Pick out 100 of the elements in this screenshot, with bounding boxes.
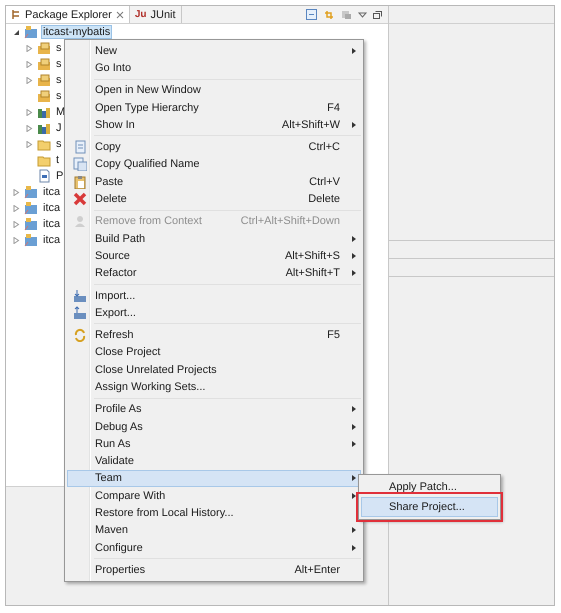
menu-item-label: Show In xyxy=(94,118,136,131)
menu-item-label: Refactor xyxy=(94,267,138,280)
project-icon xyxy=(24,217,38,231)
menu-item[interactable]: Validate xyxy=(67,452,361,470)
menu-item[interactable]: Close Unrelated Projects xyxy=(67,361,361,378)
submenu-arrow-icon xyxy=(352,252,356,259)
menu-item[interactable]: Compare With xyxy=(67,487,361,504)
submenu-arrow-icon xyxy=(352,48,356,54)
menu-item-label: Copy xyxy=(94,141,122,154)
tree-item[interactable]: s xyxy=(54,89,64,103)
menu-item-label: Assign Working Sets... xyxy=(94,380,206,393)
tree-item[interactable]: P xyxy=(54,169,66,183)
view-menu-icon[interactable] xyxy=(358,12,367,18)
menu-item-label: Properties xyxy=(94,564,146,576)
menu-item[interactable]: Build Path xyxy=(67,230,361,248)
menu-item-label: Validate xyxy=(94,455,135,468)
shortcut-label: Ctrl+C xyxy=(308,141,341,154)
tree-item[interactable]: t xyxy=(54,153,62,167)
menu-item[interactable]: Go Into xyxy=(67,59,361,77)
shortcut-label: F5 xyxy=(327,329,341,342)
menu-item-label: Build Path xyxy=(94,232,146,245)
tree-item[interactable]: s xyxy=(54,137,64,151)
menu-item[interactable]: Export... xyxy=(67,304,361,322)
package-icon xyxy=(37,57,51,71)
menu-item[interactable]: New xyxy=(67,42,361,60)
tree-item[interactable]: itca xyxy=(41,217,62,231)
menu-item[interactable]: Refactor Alt+Shift+T xyxy=(67,264,361,282)
submenu-arrow-icon xyxy=(352,475,356,482)
menu-item[interactable]: Show In Alt+Shift+W xyxy=(67,116,361,134)
menu-item-label: Team xyxy=(94,472,123,484)
import-icon xyxy=(73,288,87,302)
menu-item-label: Source xyxy=(94,250,131,262)
expand-arrow-icon[interactable] xyxy=(12,28,20,36)
menu-item[interactable]: Profile As xyxy=(67,400,361,418)
menu-item[interactable]: Configure xyxy=(67,539,361,556)
menu-item[interactable]: Paste Ctrl+V xyxy=(67,173,361,190)
close-icon[interactable] xyxy=(116,10,124,18)
shortcut-label: Ctrl+Alt+Shift+Down xyxy=(240,215,341,228)
menu-item[interactable]: Copy Qualified Name xyxy=(67,156,361,174)
view-tab[interactable]: Package Explorer xyxy=(6,6,130,23)
remove-icon xyxy=(73,214,87,228)
project-icon xyxy=(24,233,38,247)
shortcut-label: Ctrl+V xyxy=(309,176,341,188)
tree-item[interactable]: itca xyxy=(41,233,62,247)
menu-item[interactable]: Team xyxy=(67,470,361,488)
menu-item-label: Delete xyxy=(94,193,128,206)
tab-label: Package Explorer xyxy=(25,8,112,20)
menu-item[interactable]: Restore from Local History... xyxy=(67,504,361,522)
menu-item[interactable]: Open in New Window xyxy=(67,82,361,99)
menu-item-label: Restore from Local History... xyxy=(94,507,235,520)
menu-item[interactable]: Refresh F5 xyxy=(67,326,361,344)
tree-item[interactable]: itcast-mybatis xyxy=(41,25,112,39)
minimize-icon[interactable] xyxy=(373,10,382,18)
submenu-arrow-icon xyxy=(352,424,356,430)
export-icon xyxy=(73,306,87,320)
tree-item[interactable]: s xyxy=(54,41,64,55)
menu-item-label: Close Project xyxy=(94,346,162,358)
submenu-arrow-icon xyxy=(352,492,356,499)
project-icon xyxy=(24,25,38,39)
project-icon xyxy=(24,185,38,199)
tab-label: JUnit xyxy=(150,8,176,20)
copy-name-icon xyxy=(73,157,87,172)
submenu-arrow-icon xyxy=(352,236,356,242)
library-icon xyxy=(37,121,51,135)
menu-item[interactable]: Maven xyxy=(67,522,361,540)
shortcut-label: Delete xyxy=(308,193,341,206)
hierarchy-icon xyxy=(11,9,21,20)
menu-item[interactable]: Close Project xyxy=(67,344,361,362)
package-icon xyxy=(37,89,51,103)
menu-item-label: Open in New Window xyxy=(94,84,202,96)
tree-item[interactable]: itca xyxy=(41,201,62,215)
shortcut-label: F4 xyxy=(327,102,341,114)
menu-item[interactable]: Properties Alt+Enter xyxy=(67,561,361,579)
submenu-arrow-icon xyxy=(352,544,356,551)
shortcut-label: Alt+Shift+W xyxy=(282,118,341,131)
tree-item[interactable]: itca xyxy=(41,185,62,199)
menu-item[interactable]: Import... xyxy=(67,286,361,304)
package-icon xyxy=(37,73,51,87)
menu-item-label: Refresh xyxy=(94,329,135,342)
menu-item[interactable]: Assign Working Sets... xyxy=(67,378,361,396)
submenu-arrow-icon xyxy=(352,440,356,447)
shortcut-label: Alt+Enter xyxy=(294,564,341,576)
submenu-arrow-icon xyxy=(352,406,356,412)
collapse-icon[interactable] xyxy=(306,9,317,20)
menu-item[interactable]: Open Type Hierarchy F4 xyxy=(67,98,361,116)
package-icon xyxy=(37,41,51,55)
paste-icon xyxy=(73,174,87,189)
menu-item[interactable]: Source Alt+Shift+S xyxy=(67,247,361,265)
menu-item[interactable]: Debug As xyxy=(67,418,361,436)
menu-item-label: Maven xyxy=(94,524,130,536)
menu-item[interactable]: Apply Patch... xyxy=(361,477,498,497)
menu-item-label: Copy Qualified Name xyxy=(94,158,201,170)
menu-item[interactable]: Copy Ctrl+C xyxy=(67,138,361,156)
tree-item[interactable]: s xyxy=(54,73,64,87)
tree-item[interactable]: J xyxy=(54,121,64,135)
menu-item-label: Import... xyxy=(94,290,136,302)
menu-item[interactable]: Delete Delete xyxy=(67,190,361,208)
tree-item[interactable]: s xyxy=(54,57,64,71)
menu-item[interactable]: Run As xyxy=(67,435,361,453)
menu-item-label: Paste xyxy=(94,176,124,188)
